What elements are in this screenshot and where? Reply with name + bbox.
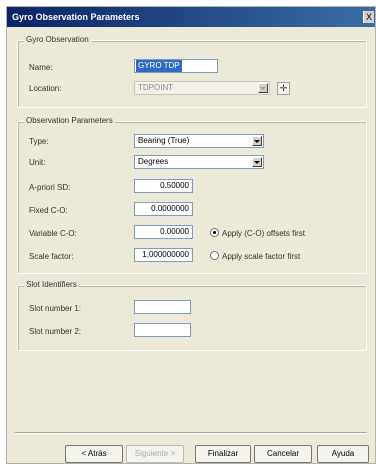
slot-number-1-input[interactable]	[134, 300, 191, 314]
radio-unselected-icon	[210, 251, 219, 260]
observation-parameters-group: Observation Parameters Type: Bearing (Tr…	[17, 116, 367, 274]
dialog-window: Gyro Observation Parameters X Gyro Obser…	[6, 6, 376, 464]
apply-scale-first-radio[interactable]: Apply scale factor first	[210, 251, 300, 261]
finish-button[interactable]: Finalizar	[195, 445, 251, 463]
next-button[interactable]: Siguiente >	[126, 445, 184, 463]
name-label: Name:	[29, 63, 53, 72]
location-combo[interactable]: TDPOINT	[134, 81, 270, 95]
title-bar[interactable]: Gyro Observation Parameters X	[7, 7, 375, 27]
apriori-label: A-priori SD:	[29, 183, 71, 192]
chevron-down-icon[interactable]	[252, 136, 262, 146]
crosshair-icon[interactable]: ✛	[277, 82, 290, 95]
button-separator	[15, 432, 367, 434]
type-label: Type:	[29, 137, 49, 146]
slot-number-2-input[interactable]	[134, 323, 191, 337]
window-title: Gyro Observation Parameters	[12, 12, 140, 22]
scale-factor-label: Scale factor:	[29, 252, 74, 261]
name-input[interactable]: GYRO TDP	[134, 59, 218, 73]
cancel-button[interactable]: Cancelar	[254, 445, 312, 463]
chevron-down-icon[interactable]	[258, 83, 268, 93]
type-select[interactable]: Bearing (True)	[134, 134, 264, 148]
gyro-observation-legend: Gyro Observation	[24, 35, 91, 44]
scale-factor-input[interactable]: 1.000000000	[134, 248, 193, 262]
gyro-observation-group: Gyro Observation Name: GYRO TDP Location…	[17, 35, 367, 108]
slot-number-1-label: Slot number 1:	[29, 304, 82, 313]
fixed-co-label: Fixed C-O:	[29, 206, 68, 215]
apply-scale-first-label: Apply scale factor first	[222, 252, 301, 261]
type-value: Bearing (True)	[138, 136, 190, 145]
name-value: GYRO TDP	[136, 60, 182, 72]
apply-co-first-radio[interactable]: Apply (C-O) offsets first	[210, 228, 305, 238]
slot-number-2-label: Slot number 2:	[29, 327, 82, 336]
back-button[interactable]: < Atrás	[65, 445, 123, 463]
unit-value: Degrees	[138, 157, 169, 166]
variable-co-label: Variable C-O:	[29, 229, 77, 238]
close-button[interactable]: X	[363, 11, 374, 23]
location-label: Location:	[29, 84, 62, 93]
location-value: TDPOINT	[138, 83, 174, 92]
slot-identifiers-legend: Slot Identifiers	[24, 280, 79, 289]
observation-parameters-legend: Observation Parameters	[24, 116, 115, 125]
slot-identifiers-group: Slot Identifiers Slot number 1: Slot num…	[17, 280, 367, 351]
help-button[interactable]: Ayuda	[317, 445, 369, 463]
apply-co-first-label: Apply (C-O) offsets first	[222, 229, 305, 238]
radio-selected-icon	[210, 228, 219, 237]
apriori-input[interactable]: 0.50000	[134, 179, 193, 193]
variable-co-input[interactable]: 0.00000	[134, 225, 193, 239]
unit-label: Unit:	[29, 158, 46, 167]
unit-select[interactable]: Degrees	[134, 155, 264, 169]
chevron-down-icon[interactable]	[252, 157, 262, 167]
fixed-co-input[interactable]: 0.0000000	[134, 202, 193, 216]
